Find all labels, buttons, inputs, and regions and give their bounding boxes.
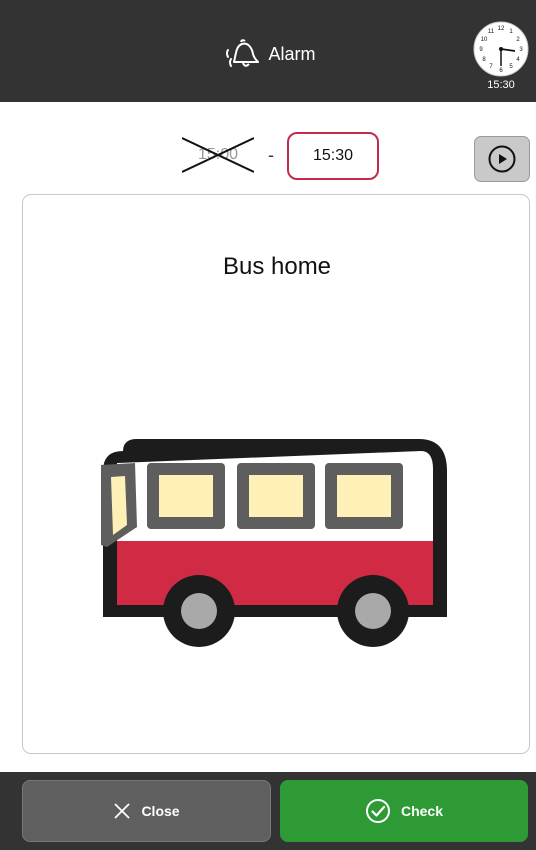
x-icon: [114, 803, 131, 819]
clock-widget: 12 1 2 3 4 5 6 7 8 9 10 11 15:30: [470, 20, 532, 96]
strikethrough-x-icon: [182, 137, 254, 173]
header-title-group: Alarm: [0, 36, 536, 72]
check-label: Check: [400, 803, 444, 819]
activity-title: Bus home: [222, 253, 332, 280]
time-range-row: 15:00 - 15:30: [0, 132, 536, 182]
svg-text:11: 11: [488, 29, 495, 35]
bell-icon: [220, 36, 260, 72]
bus-illustration: [101, 439, 447, 647]
play-button[interactable]: [474, 136, 530, 182]
clock-time: 15:30: [487, 79, 515, 91]
new-time-field[interactable]: 15:30: [287, 132, 379, 180]
app-header: Alarm 12 1 2 3 4 5 6 7 8 9 10 11 15:30: [0, 0, 536, 102]
check-button[interactable]: Check: [280, 780, 528, 842]
header-title: Alarm: [268, 43, 316, 64]
svg-text:12: 12: [498, 26, 505, 32]
action-bar: Close Check: [0, 772, 536, 850]
time-separator: -: [268, 145, 274, 165]
check-circle-icon: [365, 799, 390, 823]
play-icon: [488, 145, 516, 173]
close-button[interactable]: Close: [22, 780, 271, 842]
close-label: Close: [141, 803, 180, 819]
svg-text:10: 10: [481, 37, 488, 43]
old-time: 15:00: [182, 136, 254, 174]
analog-clock-icon: 12 1 2 3 4 5 6 7 8 9 10 11: [473, 21, 529, 77]
activity-card: Bus home: [22, 194, 530, 754]
